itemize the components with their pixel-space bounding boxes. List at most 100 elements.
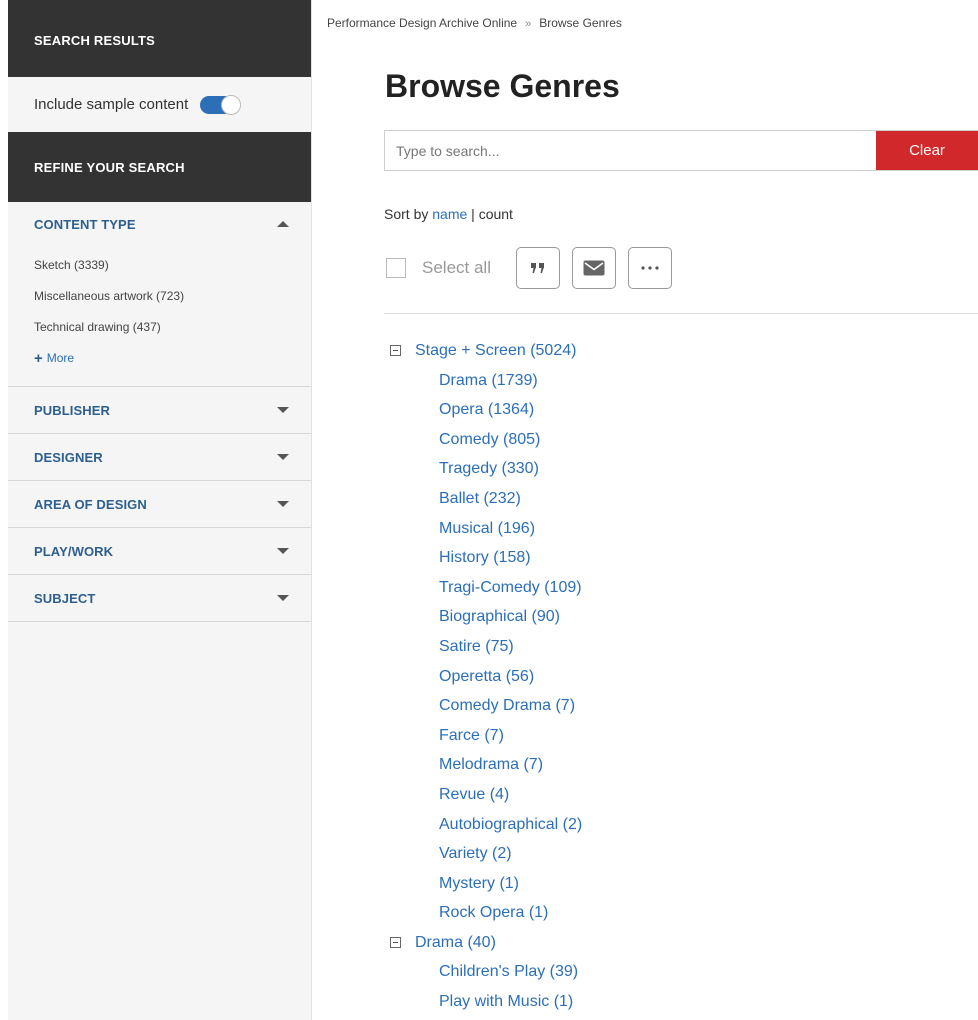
genre-link[interactable]: Biographical (90) (439, 608, 560, 625)
search-results-header: SEARCH RESULTS (8, 0, 311, 77)
search-input[interactable] (385, 131, 876, 170)
facet-play-work-toggle[interactable]: PLAY/WORK (8, 528, 311, 574)
sort-prefix: Sort by (384, 206, 429, 222)
facet-area-of-design-toggle[interactable]: AREA OF DESIGN (8, 481, 311, 527)
genre-link[interactable]: Ballet (232) (439, 490, 521, 507)
facet-item[interactable]: Technical drawing (437) (34, 312, 311, 343)
breadcrumb-root-link[interactable]: Performance Design Archive Online (327, 16, 517, 30)
collapse-icon[interactable] (390, 937, 401, 949)
caret-up-icon (277, 221, 289, 227)
tree-child: Play with Music (1) (390, 987, 582, 1017)
tree-parent: Drama (40) (390, 928, 582, 958)
envelope-icon (583, 260, 605, 276)
facet-content-type-items: Sketch (3339) Miscellaneous artwork (723… (8, 246, 311, 386)
breadcrumb-current: Browse Genres (539, 16, 622, 30)
sidebar: SEARCH RESULTS Include sample content RE… (8, 0, 312, 1020)
toolbar: Select all (386, 247, 672, 289)
sort-by-count-link[interactable]: count (479, 206, 513, 222)
facet-area-of-design: AREA OF DESIGN (8, 481, 311, 528)
more-label: More (46, 351, 75, 365)
genre-link[interactable]: Satire (75) (439, 638, 514, 655)
tree-child: Farce (7) (390, 721, 582, 751)
include-sample-toggle[interactable] (200, 94, 242, 115)
breadcrumb-separator: » (525, 18, 532, 30)
genre-link[interactable]: Variety (2) (439, 845, 512, 862)
genre-link[interactable]: Melodrama (7) (439, 756, 543, 773)
tree-child: History (158) (390, 543, 582, 573)
facet-content-type-toggle[interactable]: CONTENT TYPE (8, 202, 311, 246)
tree-child: Revue (4) (390, 780, 582, 810)
facet-content-type: CONTENT TYPE Sketch (3339) Miscellaneous… (8, 202, 311, 387)
genre-link[interactable]: History (158) (439, 549, 531, 566)
genre-link[interactable]: Play with Music (1) (439, 993, 573, 1010)
page-title: Browse Genres (385, 68, 620, 104)
breadcrumb: Performance Design Archive Online » Browse… (327, 16, 622, 30)
genre-link[interactable]: Drama (40) (415, 934, 496, 952)
collapse-icon[interactable] (390, 345, 401, 357)
genre-link[interactable]: Mystery (1) (439, 875, 519, 892)
more-dots-icon (641, 266, 659, 270)
tree-child: Mystery (1) (390, 869, 582, 899)
tree-child: Rock Opera (1) (390, 898, 582, 928)
genre-link[interactable]: Revue (4) (439, 786, 509, 803)
facet-designer: DESIGNER (8, 434, 311, 481)
sort-separator: | (471, 206, 475, 222)
tree-child: Satire (75) (390, 632, 582, 662)
more-actions-button[interactable] (627, 247, 672, 289)
caret-down-icon (277, 548, 289, 554)
genre-link[interactable]: Drama (1739) (439, 372, 538, 389)
facet-publisher-toggle[interactable]: PUBLISHER (8, 387, 311, 433)
genre-link[interactable]: Comedy (805) (439, 431, 540, 448)
facet-publisher: PUBLISHER (8, 387, 311, 434)
tree-child: Autobiographical (2) (390, 810, 582, 840)
tree-child: Melodrama (7) (390, 750, 582, 780)
facet-title: SUBJECT (34, 590, 96, 606)
tree-child: Musical (196) (390, 514, 582, 544)
toggle-knob (221, 94, 242, 115)
genre-link[interactable]: Operetta (56) (439, 668, 534, 685)
cite-button[interactable] (515, 247, 560, 289)
genre-link[interactable]: Musical (196) (439, 520, 535, 537)
facet-item[interactable]: Sketch (3339) (34, 250, 311, 281)
caret-down-icon (277, 501, 289, 507)
tree-parent: Stage + Screen (5024) (390, 336, 582, 366)
more-link[interactable]: + More (34, 343, 311, 374)
facet-subject-toggle[interactable]: SUBJECT (8, 575, 311, 621)
tree-child: Opera (1364) (390, 395, 582, 425)
genre-link[interactable]: Autobiographical (2) (439, 816, 582, 833)
facet-title: PUBLISHER (34, 402, 111, 418)
tree-child: Tragi-Comedy (109) (390, 573, 582, 603)
caret-down-icon (277, 407, 289, 413)
facet-title: PLAY/WORK (34, 543, 114, 559)
facet-title: DESIGNER (34, 449, 103, 465)
search-results-title: SEARCH RESULTS (34, 33, 156, 48)
clear-button[interactable]: Clear (876, 131, 978, 170)
genre-link[interactable]: Tragi-Comedy (109) (439, 579, 582, 596)
facet-designer-toggle[interactable]: DESIGNER (8, 434, 311, 480)
facet-title: AREA OF DESIGN (34, 496, 147, 512)
facet-subject: SUBJECT (8, 575, 311, 622)
genre-link[interactable]: Rock Opera (1) (439, 904, 548, 921)
tree-child: Operetta (56) (390, 662, 582, 692)
facet-title: CONTENT TYPE (34, 216, 136, 232)
divider (384, 313, 978, 314)
genre-link[interactable]: Comedy Drama (7) (439, 697, 575, 714)
search-box: Clear (384, 130, 978, 171)
sort-by-name-link[interactable]: name (432, 206, 467, 222)
select-all-checkbox[interactable] (386, 258, 406, 278)
include-sample-row: Include sample content (8, 77, 311, 132)
genre-link[interactable]: Children's Play (39) (439, 963, 578, 980)
refine-search-header: REFINE YOUR SEARCH (8, 132, 311, 202)
genre-link[interactable]: Farce (7) (439, 727, 504, 744)
genre-link[interactable]: Stage + Screen (5024) (415, 342, 576, 360)
include-sample-label: Include sample content (34, 96, 189, 113)
tree-child: Tragedy (330) (390, 454, 582, 484)
sort-row: Sort by name | count (384, 206, 513, 222)
genre-link[interactable]: Tragedy (330) (439, 460, 539, 477)
facet-item[interactable]: Miscellaneous artwork (723) (34, 281, 311, 312)
tree-child: Variety (2) (390, 839, 582, 869)
genre-link[interactable]: Opera (1364) (439, 401, 534, 418)
email-button[interactable] (571, 247, 616, 289)
tree-child: Drama (1739) (390, 366, 582, 396)
main-content: Performance Design Archive Online » Browse… (312, 0, 978, 1020)
